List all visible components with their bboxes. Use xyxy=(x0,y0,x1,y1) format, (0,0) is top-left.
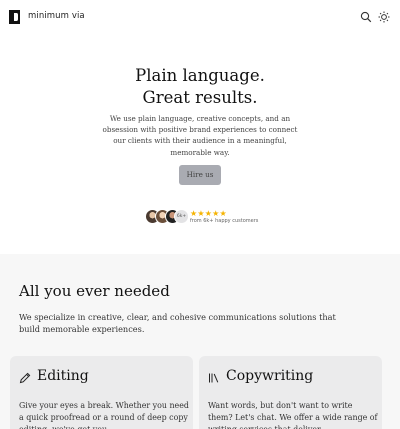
hero-title: Plain language. Great results. xyxy=(0,65,400,109)
books-icon xyxy=(209,373,219,383)
customer-avatars: 6k+ xyxy=(145,209,189,225)
hero-title-line-1: Plain language. xyxy=(135,66,265,85)
brand-name[interactable]: minimum via xyxy=(28,11,85,21)
copywriting-card[interactable]: Copywriting Want words, but don't want t… xyxy=(199,356,382,429)
pencil-icon xyxy=(19,372,31,384)
card-body: Want words, but don't want to write them… xyxy=(208,401,378,429)
logo-icon[interactable] xyxy=(9,10,20,24)
features-section: All you ever needed We specialize in cre… xyxy=(0,254,400,429)
avatar-more-count: 6k+ xyxy=(174,209,189,224)
rating-text: from 6k+ happy customers xyxy=(190,218,259,224)
search-icon[interactable] xyxy=(360,11,372,23)
hire-us-button[interactable]: Hire us xyxy=(179,165,221,185)
hero-description: We use plain language, creative concepts… xyxy=(102,114,298,157)
site-header: minimum via xyxy=(0,0,400,34)
sun-icon[interactable] xyxy=(378,11,390,23)
features-description: We specialize in creative, clear, and co… xyxy=(19,312,336,334)
card-title: Copywriting xyxy=(226,368,314,384)
hero-title-line-2: Great results. xyxy=(142,88,258,107)
card-title: Editing xyxy=(37,368,89,384)
editing-card[interactable]: Editing Give your eyes a break. Whether … xyxy=(10,356,193,429)
rating-stars: ★★★★★ xyxy=(190,209,227,218)
hero-section: Plain language. Great results. We use pl… xyxy=(0,34,400,254)
card-body: Give your eyes a break. Whether you need… xyxy=(19,401,189,429)
features-title: All you ever needed xyxy=(19,282,170,300)
